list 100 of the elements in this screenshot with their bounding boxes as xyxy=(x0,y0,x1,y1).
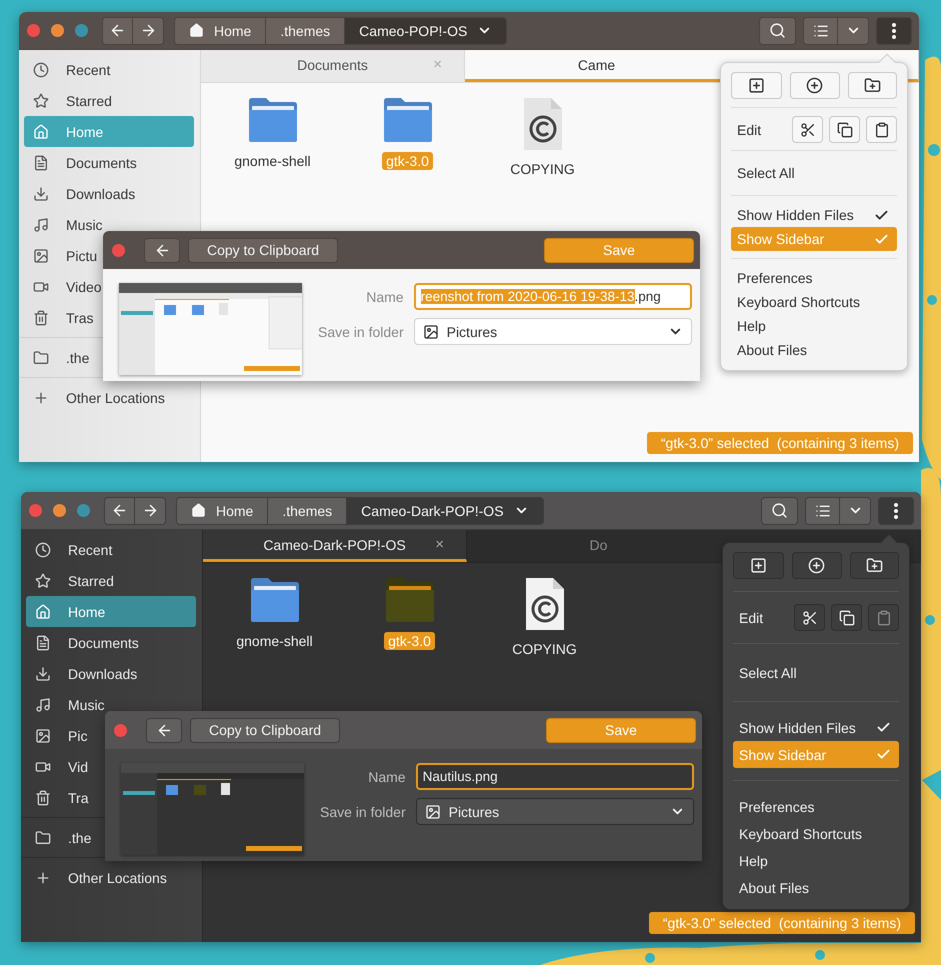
folder-icon xyxy=(248,97,298,143)
trash-icon xyxy=(35,790,51,806)
menu-item[interactable]: About Files xyxy=(731,338,897,362)
menu-item[interactable]: Select All xyxy=(731,158,897,188)
sidebar-item[interactable]: Downloads xyxy=(26,658,196,689)
file-name[interactable]: gnome-shell xyxy=(230,152,315,170)
image-icon xyxy=(33,248,49,264)
plus-icon xyxy=(33,390,49,406)
home-icon xyxy=(191,503,206,518)
path-button[interactable]: Home xyxy=(177,498,268,524)
scissors-icon xyxy=(802,610,818,626)
star-icon xyxy=(33,92,49,108)
new-folder-button[interactable] xyxy=(850,552,899,579)
view-button[interactable] xyxy=(806,498,840,524)
path-button[interactable]: .themes xyxy=(268,498,348,524)
file-name[interactable]: COPYING xyxy=(506,160,579,178)
search-button[interactable] xyxy=(762,498,797,524)
sidebar-item[interactable]: Other Locations xyxy=(26,862,196,893)
menu-item[interactable]: Select All xyxy=(733,656,899,689)
folder-label: Save in folder xyxy=(318,324,404,340)
sidebar-item[interactable]: Music xyxy=(26,689,196,720)
file-name[interactable]: gnome-shell xyxy=(232,632,317,650)
menu-button[interactable] xyxy=(879,498,913,524)
document-icon xyxy=(33,154,49,170)
clipboard-icon xyxy=(876,610,892,626)
copy-icon xyxy=(836,122,852,138)
sidebar-item[interactable]: Documents xyxy=(24,147,194,178)
sidebar-item[interactable]: .the xyxy=(24,342,194,373)
menu-item[interactable]: Preferences xyxy=(733,793,899,820)
sidebar-item[interactable]: Video xyxy=(24,271,194,302)
list-icon xyxy=(812,22,828,38)
copy-button[interactable] xyxy=(831,604,862,631)
menu-item[interactable]: Help xyxy=(733,847,899,874)
menu-item[interactable]: Preferences xyxy=(731,266,897,290)
list-icon xyxy=(814,502,830,518)
path-button[interactable]: Home xyxy=(175,18,266,44)
back-button[interactable] xyxy=(146,718,182,742)
document-icon xyxy=(524,577,564,631)
edit-label: Edit xyxy=(738,610,764,626)
back-button[interactable] xyxy=(144,238,180,262)
menu-item[interactable]: Show Hidden Files xyxy=(733,714,899,741)
minimize-button[interactable] xyxy=(51,24,64,37)
new-tab-button[interactable] xyxy=(792,552,842,579)
file-name[interactable]: COPYING xyxy=(508,640,581,658)
path-button[interactable]: .themes xyxy=(266,18,346,44)
sidebar-item[interactable]: Other Locations xyxy=(24,382,194,413)
image-icon xyxy=(422,324,439,340)
forward-button[interactable] xyxy=(133,18,163,44)
path-button[interactable]: Cameo-POP!-OS xyxy=(345,18,506,44)
sidebar-item[interactable]: .the xyxy=(26,822,196,853)
menu-item[interactable]: Keyboard Shortcuts xyxy=(733,820,899,847)
status-bar: “gtk-3.0” selected (containing 3 items) xyxy=(648,912,915,934)
menu-item[interactable]: About Files xyxy=(733,874,899,901)
home-icon xyxy=(35,604,51,620)
sidebar-item[interactable]: Tra xyxy=(26,782,196,813)
sidebar-item[interactable]: Downloads xyxy=(24,178,194,209)
tab-close-button[interactable]: × xyxy=(435,536,444,553)
forward-button[interactable] xyxy=(135,498,165,524)
view-options-button[interactable] xyxy=(838,18,868,44)
menu-item[interactable]: Keyboard Shortcuts xyxy=(731,290,897,314)
sidebar-item[interactable]: Documents xyxy=(26,627,196,658)
sidebar-item[interactable]: Starred xyxy=(26,565,196,596)
search-button[interactable] xyxy=(760,18,795,44)
copy-to-clipboard-button[interactable]: Copy to Clipboard xyxy=(188,238,338,262)
folder-dropdown[interactable]: Pictures xyxy=(414,318,692,345)
path-button[interactable]: Cameo-Dark-POP!-OS xyxy=(347,498,543,524)
folder-icon xyxy=(250,577,300,623)
folder-icon xyxy=(384,577,434,623)
circle-plus-icon xyxy=(808,557,826,574)
menu-button[interactable] xyxy=(877,18,911,44)
name-field[interactable]: Nautilus.png xyxy=(416,763,694,790)
copy-to-clipboard-button[interactable]: Copy to Clipboard xyxy=(190,718,340,742)
download-icon xyxy=(35,666,51,682)
square-plus-icon xyxy=(750,557,768,574)
back-button[interactable] xyxy=(103,18,133,44)
clock-icon xyxy=(35,542,51,558)
folder-icon xyxy=(382,97,432,143)
view-options-button[interactable] xyxy=(840,498,870,524)
cut-button[interactable] xyxy=(794,604,825,631)
sidebar-item[interactable]: Vid xyxy=(26,751,196,782)
back-button[interactable] xyxy=(105,498,135,524)
minimize-button[interactable] xyxy=(53,504,66,517)
sidebar-item[interactable]: Home xyxy=(26,596,196,627)
tab[interactable]: Cameo-Dark-POP!-OS × xyxy=(203,530,467,562)
menu-icon xyxy=(892,22,896,38)
menu-item[interactable]: Help xyxy=(731,314,897,338)
folder-dropdown[interactable]: Pictures xyxy=(416,798,694,825)
copy-icon xyxy=(838,610,854,626)
sidebar-item[interactable]: Recent xyxy=(24,54,194,85)
sidebar-item[interactable]: Recent xyxy=(26,534,196,565)
sidebar-item[interactable]: Tras xyxy=(24,302,194,333)
edit-label: Edit xyxy=(736,122,762,138)
sidebar-item[interactable]: Music xyxy=(24,209,194,240)
menu-item[interactable]: Show Hidden Files xyxy=(731,203,897,227)
new-window-button[interactable] xyxy=(733,552,784,579)
sidebar-item[interactable]: Starred xyxy=(24,85,194,116)
name-field[interactable]: reenshot from 2020-06-16 19-38-13.png xyxy=(414,283,692,310)
view-button[interactable] xyxy=(804,18,838,44)
plus-icon xyxy=(35,870,51,886)
circle-plus-icon xyxy=(806,77,824,94)
